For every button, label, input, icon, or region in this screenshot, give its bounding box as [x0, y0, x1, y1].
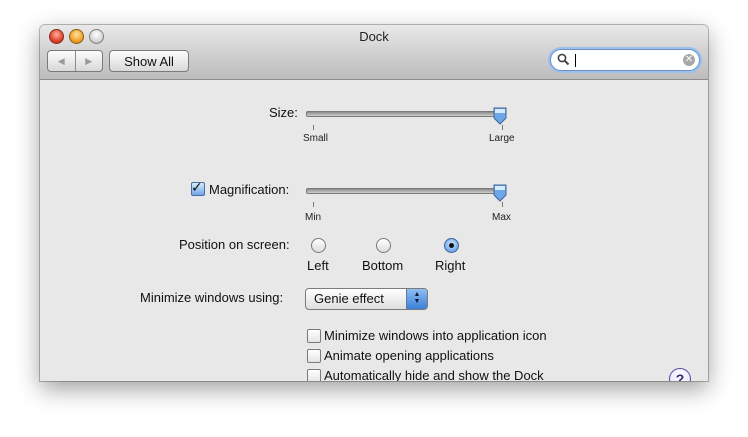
size-slider-track[interactable] — [306, 111, 506, 117]
position-right-radio[interactable] — [444, 238, 459, 253]
magnification-checkbox[interactable]: ✓ — [191, 179, 205, 196]
minimize-windows-label: Minimize windows using: — [140, 290, 284, 305]
position-left-label: Left — [307, 258, 329, 273]
back-arrow-icon: ◀ — [57, 55, 65, 66]
search-field[interactable]: ✕ — [550, 49, 700, 71]
question-mark-icon: ? — [675, 371, 685, 381]
down-arrow-icon: ▼ — [413, 298, 421, 305]
back-button[interactable]: ◀ — [48, 51, 75, 71]
magnification-max-tick — [502, 202, 503, 207]
up-arrow-icon: ▲ — [413, 291, 421, 298]
magnification-slider-knob[interactable] — [493, 184, 507, 202]
size-slider-knob[interactable] — [493, 107, 507, 125]
checkmark-icon: ✓ — [191, 179, 203, 195]
help-button[interactable]: ? — [669, 368, 691, 381]
magnification-slider-track[interactable] — [306, 188, 506, 194]
preferences-content: Size: Small Large ✓ Magnification: Min M… — [40, 80, 708, 381]
window-title: Dock — [359, 29, 389, 44]
magnification-max-label: Max — [492, 212, 511, 223]
navigation-button-group: ◀ ▶ — [47, 50, 103, 72]
show-all-button[interactable]: Show All — [109, 50, 189, 72]
size-label: Size: — [269, 105, 298, 120]
position-label: Position on screen: — [179, 237, 290, 252]
selected-radio-dot — [449, 243, 454, 248]
minimize-into-icon-label: Minimize windows into application icon — [324, 328, 547, 343]
title-bar: Dock ◀ ▶ Show All ✕ — [40, 25, 708, 80]
magnification-label: Magnification: — [209, 182, 290, 197]
clear-search-icon[interactable]: ✕ — [683, 54, 695, 66]
auto-hide-dock-label: Automatically hide and show the Dock — [324, 368, 544, 381]
animate-opening-checkbox[interactable] — [307, 349, 321, 363]
forward-button[interactable]: ▶ — [74, 51, 103, 71]
minimize-effect-value: Genie effect — [314, 291, 384, 306]
auto-hide-dock-checkbox[interactable] — [307, 369, 321, 381]
minimize-into-icon-checkbox[interactable] — [307, 329, 321, 343]
dock-preferences-window: Dock ◀ ▶ Show All ✕ Size: Small Large ✓ … — [40, 25, 708, 381]
size-max-tick — [502, 125, 503, 130]
minimize-effect-popup[interactable]: Genie effect ▲ ▼ — [305, 288, 428, 310]
size-min-tick — [313, 125, 314, 130]
search-icon — [557, 53, 570, 66]
position-bottom-label: Bottom — [362, 258, 404, 273]
size-small-label: Small — [303, 133, 329, 144]
animate-opening-label: Animate opening applications — [324, 348, 494, 363]
magnification-min-tick — [313, 202, 314, 207]
position-right-label: Right — [435, 258, 466, 273]
search-text-cursor — [575, 54, 576, 67]
magnification-min-label: Min — [305, 212, 322, 223]
forward-arrow-icon: ▶ — [85, 55, 93, 66]
position-left-radio[interactable] — [311, 238, 326, 253]
size-large-label: Large — [489, 133, 515, 144]
position-bottom-radio[interactable] — [376, 238, 391, 253]
popup-arrows-icon: ▲ ▼ — [406, 289, 427, 309]
